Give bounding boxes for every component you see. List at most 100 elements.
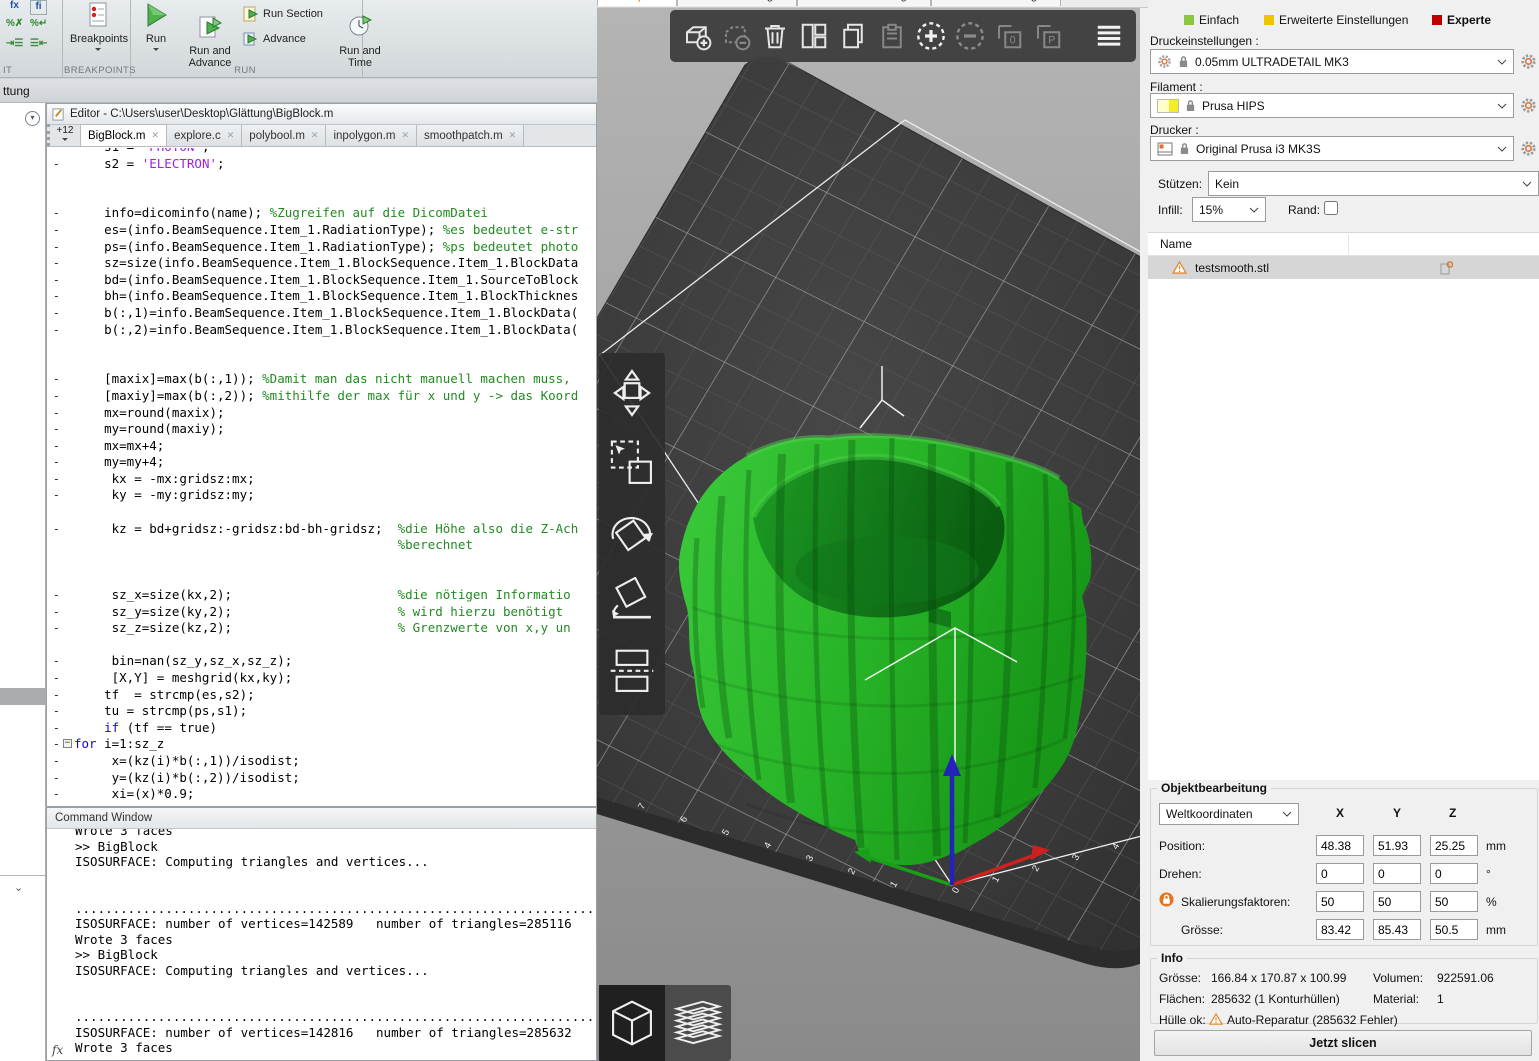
- slicer-tab-Druckereinstellungen[interactable]: Druckereinstellungen: [931, 0, 1061, 6]
- object-list-header[interactable]: Name: [1148, 233, 1539, 256]
- object-row[interactable]: testsmooth.stl: [1148, 256, 1539, 279]
- fx-prompt[interactable]: fx: [52, 1043, 63, 1057]
- execution-marker: -: [47, 322, 63, 339]
- print-settings-select[interactable]: 0.05mm ULTRADETAIL MK3: [1150, 49, 1514, 74]
- supports-select[interactable]: Kein: [1208, 171, 1539, 196]
- split-to-objects-icon[interactable]: 0: [990, 16, 1028, 56]
- tab-label: polybool.m: [249, 130, 305, 142]
- position-x-input[interactable]: [1316, 835, 1364, 856]
- indent-right-icon[interactable]: ⇥☰: [6, 38, 23, 53]
- run-and-time-button[interactable]: Run and Time: [336, 2, 384, 81]
- chevron-down-icon: [1249, 207, 1259, 213]
- position-y-input[interactable]: [1373, 835, 1421, 856]
- comment-icon[interactable]: %✗: [6, 18, 23, 33]
- slicer-tab-Filamenteinstellungen[interactable]: Filamenteinstellungen: [797, 0, 931, 6]
- scale-x-input[interactable]: [1316, 891, 1364, 912]
- filament-gear-button[interactable]: [1518, 95, 1539, 116]
- size-z-input[interactable]: [1430, 919, 1478, 940]
- close-icon[interactable]: ✕: [227, 130, 235, 141]
- slicer-tab-Druckplatte[interactable]: Druckplatte: [597, 0, 677, 6]
- print-settings-gear-button[interactable]: [1518, 51, 1539, 72]
- object-settings-icon[interactable]: [1440, 261, 1453, 275]
- scale-y-input[interactable]: [1373, 891, 1421, 912]
- fx-icon[interactable]: fx: [6, 0, 23, 15]
- scale-z-input[interactable]: [1430, 891, 1478, 912]
- delete-object-icon[interactable]: [717, 16, 755, 56]
- cut-icon[interactable]: [608, 646, 656, 703]
- variable-layer-height-icon[interactable]: [1090, 16, 1128, 56]
- rotate-z-input[interactable]: [1430, 863, 1478, 884]
- run-button[interactable]: Run: [135, 2, 177, 57]
- slice-now-button[interactable]: Jetzt slicen: [1154, 1030, 1532, 1056]
- rotate-y-input[interactable]: [1373, 863, 1421, 884]
- command-window-output[interactable]: Wrote 3 faces>> BigBlockISOSURFACE: Comp…: [47, 829, 596, 1060]
- mode-simple[interactable]: Einfach: [1184, 13, 1239, 27]
- infill-select[interactable]: 15%: [1192, 197, 1266, 222]
- brim-checkbox[interactable]: [1324, 201, 1338, 215]
- size-y-input[interactable]: [1373, 919, 1421, 940]
- position-z-input[interactable]: [1430, 835, 1478, 856]
- add-object-icon[interactable]: [678, 16, 716, 56]
- mode-color-swatch: [1264, 15, 1274, 25]
- console-line: [75, 978, 596, 994]
- uniform-scale-lock-icon[interactable]: [1159, 892, 1174, 910]
- code-line: [47, 504, 596, 521]
- editor-tab-explore.c[interactable]: explore.c✕: [167, 125, 242, 146]
- indent-left-icon[interactable]: ☰⇤: [30, 38, 47, 53]
- filament-select[interactable]: Prusa HIPS: [1150, 93, 1514, 118]
- code-line: - bin=nan(sz_y,sz_x,sz_z);: [47, 653, 596, 670]
- 3d-view-icon[interactable]: [599, 985, 665, 1061]
- filament-color-swatch: [1157, 99, 1179, 113]
- code-line: - b(:,1)=info.BeamSequence.Item_1.BlockS…: [47, 305, 596, 322]
- paste-icon[interactable]: [873, 16, 911, 56]
- advance-button[interactable]: Advance: [243, 31, 339, 47]
- breakpoints-button[interactable]: Breakpoints: [70, 2, 126, 57]
- close-icon[interactable]: ✕: [311, 130, 319, 141]
- folder-selected-row[interactable]: [0, 688, 45, 705]
- slicer-tab-Druckeinstellungen[interactable]: Druckeinstellungen: [677, 0, 797, 6]
- arrange-icon[interactable]: [795, 16, 833, 56]
- mode-advanced[interactable]: Erweiterte Einstellungen: [1264, 13, 1408, 27]
- fold-icon[interactable]: −: [63, 739, 72, 748]
- size-label: Grösse:: [1181, 923, 1223, 937]
- coordinates-select[interactable]: Weltkoordinaten: [1159, 803, 1299, 825]
- close-icon[interactable]: ✕: [509, 130, 517, 141]
- current-folder-path[interactable]: ttung: [0, 79, 597, 103]
- split-to-parts-icon[interactable]: P: [1029, 16, 1067, 56]
- printer-gear-button[interactable]: [1518, 138, 1539, 159]
- svg-text:P: P: [1048, 35, 1055, 47]
- execution-marker: -: [47, 454, 63, 471]
- editor-tab-BigBlock.m[interactable]: BigBlock.m✕: [81, 124, 167, 146]
- editor-tab-inpolygon.m[interactable]: inpolygon.m✕: [326, 125, 417, 146]
- rotate-x-input[interactable]: [1316, 863, 1364, 884]
- printer-select[interactable]: Original Prusa i3 MK3S: [1150, 136, 1514, 161]
- panel-menu-icon[interactable]: ▾: [25, 111, 40, 126]
- add-instance-icon[interactable]: [912, 16, 950, 56]
- editor-tab-polybool.m[interactable]: polybool.m ✕: [242, 125, 326, 146]
- delete-all-icon[interactable]: [756, 16, 794, 56]
- size-x-input[interactable]: [1316, 919, 1364, 940]
- execution-marker: [47, 355, 63, 372]
- layers-preview-icon[interactable]: [665, 985, 731, 1061]
- chevron-down-icon[interactable]: ⌄: [14, 881, 23, 894]
- execution-marker: -: [47, 222, 63, 239]
- scale-icon[interactable]: [608, 438, 656, 495]
- info-size-value: 166.84 x 170.87 x 100.99: [1211, 971, 1346, 985]
- code-editor[interactable]: s1 = 'PHOTON';- s2 = 'ELECTRON';- info=d…: [47, 148, 596, 806]
- run-section-button[interactable]: Run Section: [243, 6, 339, 22]
- comment-wrap-icon[interactable]: %↵: [30, 18, 47, 33]
- remove-instance-icon[interactable]: [951, 16, 989, 56]
- place-on-face-icon[interactable]: [608, 577, 656, 634]
- close-icon[interactable]: ✕: [401, 130, 409, 141]
- rotate-icon[interactable]: [606, 506, 658, 565]
- code-line: - if (tf == true): [47, 720, 596, 737]
- editor-tab-smoothpatch.m[interactable]: smoothpatch.m✕: [417, 125, 524, 146]
- mode-expert[interactable]: Experte: [1432, 13, 1491, 27]
- 3d-viewport[interactable]: 012341234567: [597, 8, 1140, 1061]
- copy-icon[interactable]: [834, 16, 872, 56]
- fi-icon[interactable]: fi: [30, 0, 47, 15]
- move-icon[interactable]: [610, 365, 654, 426]
- close-icon[interactable]: ✕: [152, 130, 160, 141]
- editor-plus-tab[interactable]: +12: [47, 124, 81, 146]
- auto-repair-link[interactable]: Auto-Reparatur (285632 Fehler): [1227, 1013, 1398, 1027]
